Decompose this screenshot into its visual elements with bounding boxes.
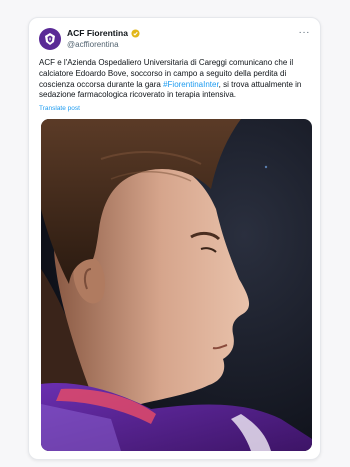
fiorentina-crest-icon [45, 33, 55, 45]
display-name[interactable]: ACF Fiorentina [67, 28, 140, 39]
verified-badge-icon [131, 29, 140, 38]
account-handle[interactable]: @acffiorentina [67, 39, 140, 50]
tweet-photo[interactable] [41, 119, 312, 451]
account-names: ACF Fiorentina @acffiorentina [67, 28, 140, 50]
tweet-card: ACF Fiorentina @acffiorentina ··· ACF e … [28, 17, 321, 460]
avatar[interactable] [39, 28, 61, 50]
player-photo [41, 119, 312, 451]
translate-post-link[interactable]: Translate post [39, 105, 80, 112]
tweet-header: ACF Fiorentina @acffiorentina ··· [39, 28, 310, 54]
hashtag-link[interactable]: #FiorentinaInter [163, 80, 219, 89]
tweet-text: ACF e l'Azienda Ospedaliero Universitari… [39, 58, 311, 101]
more-options-icon[interactable]: ··· [299, 28, 311, 38]
display-name-text: ACF Fiorentina [67, 28, 128, 38]
